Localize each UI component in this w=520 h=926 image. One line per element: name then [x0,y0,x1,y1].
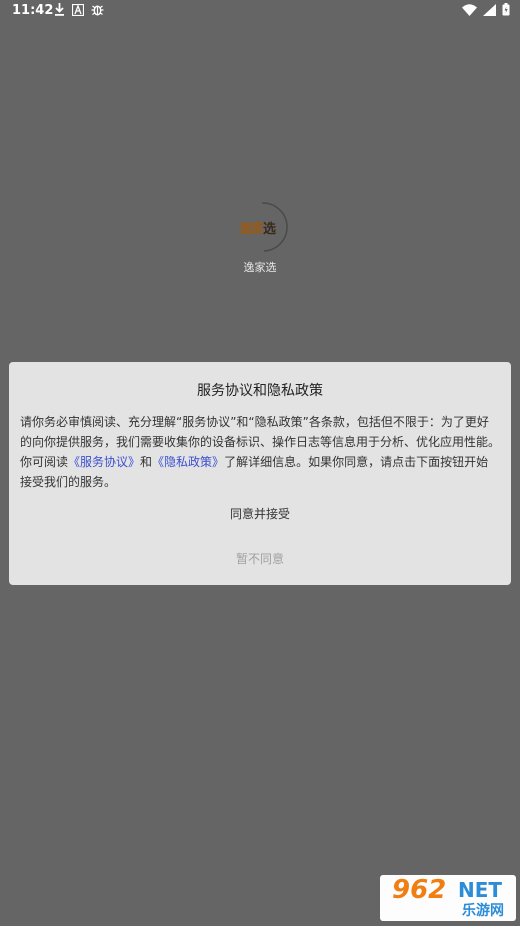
watermark-number: 962 [392,875,447,905]
body-text-and: 和 [140,455,153,469]
service-agreement-link[interactable]: 《服务协议》 [68,455,140,469]
status-time: 11:42 [12,3,54,18]
wifi-icon [462,3,477,16]
status-bar: 11:42 [0,0,520,22]
logo-wordmark: 逸家选 [239,222,276,237]
privacy-policy-link[interactable]: 《隐私政策》 [152,455,224,469]
download-icon [55,3,64,16]
splash-app-name: 逸家选 [243,261,277,274]
accept-button[interactable]: 同意并接受 [9,501,511,526]
font-a-icon [72,3,84,16]
battery-icon [502,3,510,16]
system-icons [462,3,510,16]
privacy-dialog: 服务协议和隐私政策 请你务必审慎阅读、充分理解“服务协议”和“隐私政策”各条款，… [9,362,511,585]
watermark-net: NET [458,878,503,902]
dialog-body: 请你务必审慎阅读、充分理解“服务协议”和“隐私政策”各条款，包括但不限于：为了更… [20,412,500,492]
decline-button[interactable]: 暂不同意 [9,546,511,571]
splash-logo: 逸家选 [226,199,290,255]
site-watermark: 962 NET 乐游网 [380,875,516,921]
watermark-cn: 乐游网 [462,903,504,919]
notification-icons [54,3,104,16]
signal-icon [483,3,496,16]
bug-icon [91,5,104,16]
dialog-title: 服务协议和隐私政策 [197,383,323,399]
